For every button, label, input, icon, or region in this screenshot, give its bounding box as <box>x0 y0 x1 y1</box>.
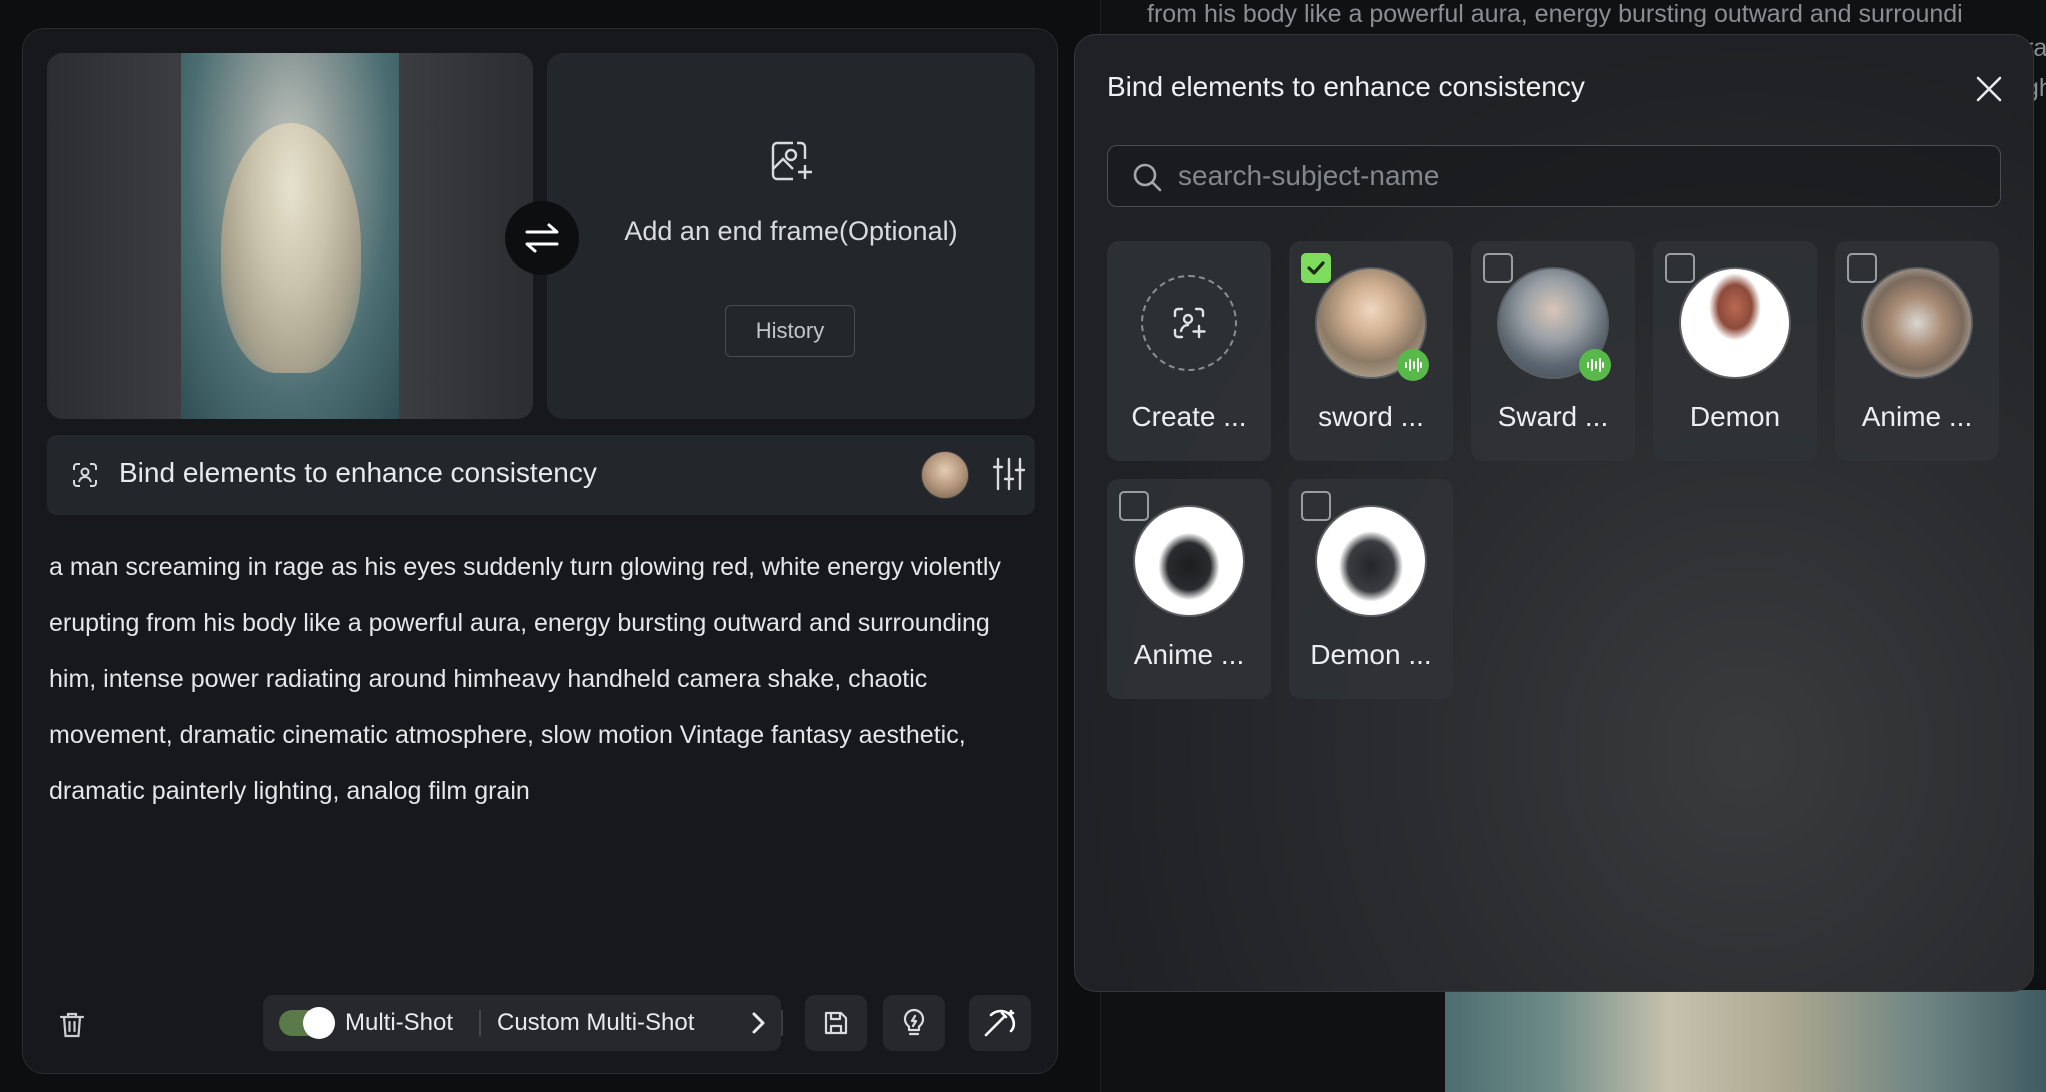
subject-checkbox[interactable] <box>1301 253 1331 283</box>
bind-elements-label: Bind elements to enhance consistency <box>119 457 597 488</box>
save-icon <box>824 1011 848 1035</box>
subject-checkbox[interactable] <box>1483 253 1513 283</box>
create-subject-tile[interactable]: Create ... <box>1107 241 1271 461</box>
history-button[interactable]: History <box>725 305 855 357</box>
bind-subject-icon <box>73 463 97 487</box>
voice-badge <box>1397 349 1429 381</box>
background-prompt-text: from his body like a powerful aura, ener… <box>1147 0 2046 102</box>
swap-icon <box>525 223 559 253</box>
subject-avatar <box>1861 267 1973 379</box>
subject-avatar <box>1315 505 1427 617</box>
generation-panel: Add an end frame(Optional) History Bind … <box>22 28 1058 1074</box>
magic-wand-icon <box>984 1009 1016 1037</box>
start-frame[interactable] <box>47 53 533 419</box>
end-frame-upload[interactable]: Add an end frame(Optional) History <box>547 53 1035 419</box>
subject-tile[interactable]: Anime ... <box>1835 241 1999 461</box>
tile-label: Anime ... <box>1133 639 1245 670</box>
bottom-toolbar: Multi-Shot Custom Multi-Shot <box>23 995 1059 1055</box>
subject-tile[interactable]: Sward ... <box>1471 241 1635 461</box>
subject-avatar <box>1679 267 1791 379</box>
search-icon <box>1133 163 1162 192</box>
divider <box>781 1010 783 1036</box>
multishot-control: Multi-Shot Custom Multi-Shot <box>263 995 781 1051</box>
background-prompt-line: from his body like a powerful aura, ener… <box>1147 0 1963 28</box>
tile-label: sword ... <box>1318 401 1424 432</box>
create-subject-button[interactable] <box>1141 275 1237 371</box>
background-video-thumbnail[interactable] <box>1147 990 2046 1092</box>
subject-tile[interactable]: Demon ... <box>1289 479 1453 699</box>
add-subject-icon <box>1173 307 1206 339</box>
chevron-right-icon[interactable] <box>749 1011 767 1035</box>
generate-button[interactable] <box>969 995 1031 1051</box>
subject-tile[interactable]: Anime ... <box>1107 479 1271 699</box>
lightbulb-icon <box>903 1008 925 1036</box>
subject-avatar <box>1133 505 1245 617</box>
inspiration-button[interactable] <box>883 995 945 1051</box>
bind-elements-bar[interactable]: Bind elements to enhance consistency <box>47 435 1035 515</box>
close-icon[interactable] <box>1975 75 2003 103</box>
add-image-icon <box>771 141 812 181</box>
tile-label: Demon <box>1689 401 1781 432</box>
search-input[interactable] <box>1178 156 1978 196</box>
custom-multishot-link[interactable]: Custom Multi-Shot <box>497 1009 694 1037</box>
save-button[interactable] <box>805 995 867 1051</box>
end-frame-label: Add an end frame(Optional) <box>624 216 958 246</box>
tile-label: Create ... <box>1131 401 1247 432</box>
settings-sliders-icon[interactable] <box>993 457 1025 491</box>
subject-search <box>1107 145 2001 207</box>
subject-checkbox[interactable] <box>1665 253 1695 283</box>
tile-label: Anime ... <box>1861 401 1973 432</box>
multishot-toggle[interactable] <box>279 1007 335 1039</box>
tile-label: Sward ... <box>1497 401 1609 432</box>
subject-tile[interactable]: Demon <box>1653 241 1817 461</box>
subject-checkbox[interactable] <box>1847 253 1877 283</box>
audio-wave-icon <box>1405 358 1422 372</box>
divider <box>479 1010 481 1036</box>
multishot-label: Multi-Shot <box>345 1009 454 1036</box>
subject-checkbox[interactable] <box>1119 491 1149 521</box>
prompt-textarea[interactable]: a man screaming in rage as his eyes sudd… <box>49 539 1039 819</box>
tile-label: Demon ... <box>1310 639 1432 670</box>
subject-checkbox[interactable] <box>1301 491 1331 521</box>
audio-wave-icon <box>1587 358 1604 372</box>
voice-badge <box>1579 349 1611 381</box>
swap-frames-button[interactable] <box>505 201 579 275</box>
bind-elements-popup: Bind elements to enhance consistency Cre <box>1074 34 2034 992</box>
checkmark-icon <box>1307 261 1325 275</box>
trash-icon[interactable] <box>59 1011 85 1039</box>
app-root: from his body like a powerful aura, ener… <box>0 0 2046 1092</box>
start-frame-image <box>181 53 399 419</box>
subject-tile[interactable]: sword ... <box>1289 241 1453 461</box>
popup-title: Bind elements to enhance consistency <box>1107 71 1585 102</box>
bound-subject-avatar[interactable] <box>921 451 969 499</box>
